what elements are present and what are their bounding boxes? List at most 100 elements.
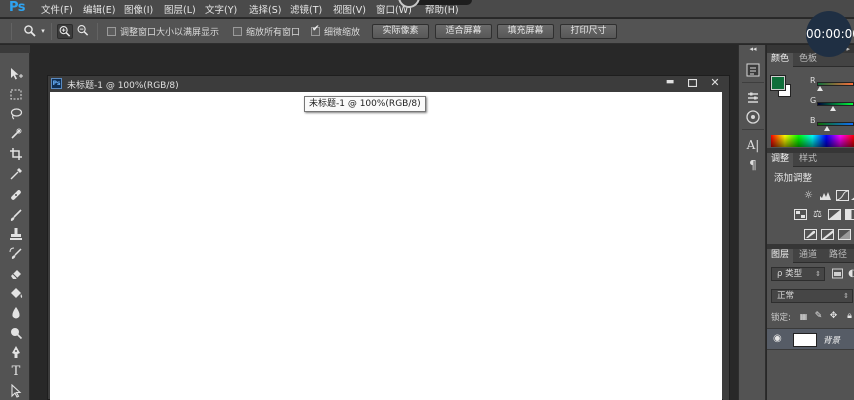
crop-tool-icon[interactable] xyxy=(9,147,23,161)
type-tool-icon[interactable]: T xyxy=(9,365,23,379)
brush-tool-icon[interactable] xyxy=(9,208,23,222)
curves-icon[interactable] xyxy=(836,190,849,201)
dock-divider xyxy=(742,82,764,83)
pixel-filter-icon[interactable] xyxy=(831,268,844,279)
visibility-eye-icon[interactable]: ◉ xyxy=(773,333,783,345)
document-canvas[interactable] xyxy=(50,92,722,400)
color-panel-tabs: 颜色 色板 xyxy=(767,53,854,67)
layer-filter-label: ρ 类型 xyxy=(777,269,803,279)
photo-filter-icon[interactable] xyxy=(804,229,817,240)
quick-selection-tool-icon[interactable] xyxy=(9,127,23,141)
options-bar: ▾ 调整窗口大小以满屏显示 缩放所有窗口 ✔ 细微缩放 实际像素 适合屏幕 填充… xyxy=(0,19,854,44)
tools-panel-header[interactable] xyxy=(0,45,30,53)
resize-windows-checkbox[interactable] xyxy=(107,27,116,36)
zoom-out-icon[interactable] xyxy=(75,24,91,39)
menu-image[interactable]: 图像(I) xyxy=(124,2,153,16)
scrubby-zoom-label: 细微缩放 xyxy=(324,28,361,38)
marquee-tool-icon[interactable] xyxy=(9,88,23,102)
healing-brush-tool-icon[interactable] xyxy=(9,188,23,202)
blue-slider[interactable] xyxy=(817,122,854,126)
photoshop-logo: Ps xyxy=(9,0,26,15)
print-size-button[interactable]: 打印尺寸 xyxy=(560,24,617,39)
tab-layers[interactable]: 图层 xyxy=(767,249,794,263)
recording-overlay-bar xyxy=(412,0,472,5)
tab-color[interactable]: 颜色 xyxy=(767,53,794,67)
black-white-icon[interactable] xyxy=(845,209,854,220)
menu-layer[interactable]: 图层(L) xyxy=(164,2,196,16)
menu-edit[interactable]: 编辑(E) xyxy=(83,2,115,16)
recording-timer[interactable]: 00:00:00 xyxy=(806,11,854,57)
color-spectrum-shade xyxy=(771,135,854,147)
exposure-icon[interactable] xyxy=(850,190,854,201)
layer-name[interactable]: 背景 xyxy=(823,334,840,346)
lock-position-icon[interactable]: ✥ xyxy=(827,311,840,322)
selective-color-icon[interactable] xyxy=(838,229,851,240)
lock-image-icon[interactable]: ✎ xyxy=(812,311,825,322)
lock-all-icon[interactable]: 🔒︎ xyxy=(843,311,854,322)
dodge-tool-icon[interactable] xyxy=(9,326,23,340)
paint-bucket-tool-icon[interactable] xyxy=(9,286,23,300)
green-channel-label: G xyxy=(810,96,817,105)
zoom-in-icon[interactable] xyxy=(57,24,73,39)
lock-transparent-icon[interactable]: ▦ xyxy=(797,311,810,322)
document-title-bar[interactable]: Ps 未标题-1 @ 100%(RGB/8) ▬ ✕ xyxy=(48,76,729,91)
levels-icon[interactable] xyxy=(819,190,832,201)
properties-panel-icon[interactable] xyxy=(745,90,761,106)
layer-filter-dropdown[interactable]: ρ 类型 ⇕ xyxy=(771,267,825,281)
menu-select[interactable]: 选择(S) xyxy=(249,2,281,16)
resize-windows-label: 调整窗口大小以满屏显示 xyxy=(120,28,220,38)
foreground-color-swatch[interactable] xyxy=(770,75,786,91)
fill-screen-button[interactable]: 填充屏幕 xyxy=(497,24,554,39)
green-slider-thumb[interactable] xyxy=(830,106,836,111)
blend-mode-dropdown[interactable]: 正常 ⇕ xyxy=(771,289,853,303)
red-slider-thumb[interactable] xyxy=(817,86,823,91)
tab-styles[interactable]: 样式 xyxy=(795,153,821,167)
blue-slider-thumb[interactable] xyxy=(824,126,830,131)
zoom-icon[interactable] xyxy=(22,24,38,39)
menu-file[interactable]: 文件(F) xyxy=(41,2,73,16)
brightness-contrast-icon[interactable]: ☼ xyxy=(802,190,815,201)
layer-thumbnail xyxy=(793,333,817,347)
tab-swatches[interactable]: 色板 xyxy=(795,53,821,67)
zoom-all-windows-checkbox[interactable] xyxy=(233,27,242,36)
gradient-map-icon[interactable] xyxy=(821,229,834,240)
history-brush-tool-icon[interactable] xyxy=(9,247,23,261)
clone-stamp-tool-icon[interactable] xyxy=(9,227,23,241)
eraser-tool-icon[interactable] xyxy=(9,267,23,281)
menu-view[interactable]: 视图(V) xyxy=(333,2,366,16)
menu-type[interactable]: 文字(Y) xyxy=(205,2,237,16)
fit-screen-button[interactable]: 适合屏幕 xyxy=(435,24,492,39)
document-window[interactable]: Ps 未标题-1 @ 100%(RGB/8) ▬ ✕ xyxy=(47,75,730,400)
path-selection-tool-icon[interactable] xyxy=(9,384,23,398)
dock-divider xyxy=(742,129,764,130)
info-panel-icon[interactable] xyxy=(745,109,761,125)
blur-tool-icon[interactable] xyxy=(9,306,23,320)
collapse-arrows-icon[interactable]: ◂◂ xyxy=(745,45,761,53)
tab-channels[interactable]: 通道 xyxy=(795,249,821,263)
pen-tool-icon[interactable] xyxy=(9,345,23,359)
document-scrollbar[interactable] xyxy=(723,92,729,400)
scrubby-zoom-checkbox[interactable]: ✔ xyxy=(311,24,320,36)
layers-panel-tabs: 图层 通道 路径 xyxy=(767,249,854,263)
blend-mode-value: 正常 xyxy=(777,291,795,301)
maximize-icon[interactable] xyxy=(681,77,703,89)
zoom-all-windows-label: 缩放所有窗口 xyxy=(246,28,301,38)
eyedropper-tool-icon[interactable] xyxy=(9,167,23,181)
lasso-tool-icon[interactable] xyxy=(9,107,23,121)
tab-paths[interactable]: 路径 xyxy=(825,249,851,263)
color-balance-icon[interactable]: ⚖ xyxy=(811,209,824,220)
actual-pixels-button[interactable]: 实际像素 xyxy=(372,24,429,39)
tool-preset-dropdown-icon[interactable]: ▾ xyxy=(39,24,47,39)
hue-saturation-icon[interactable] xyxy=(828,209,841,220)
vibrance-icon[interactable] xyxy=(794,209,807,220)
layer-row[interactable]: ◉ 背景 xyxy=(767,328,854,350)
history-panel-icon[interactable] xyxy=(745,62,761,78)
adjustment-filter-icon[interactable]: ◐ xyxy=(846,268,854,279)
minimize-icon[interactable]: ▬ xyxy=(659,77,681,89)
move-tool-icon[interactable] xyxy=(9,67,23,81)
character-panel-icon[interactable]: A| xyxy=(745,137,761,153)
paragraph-panel-icon[interactable]: ¶ xyxy=(745,157,761,173)
close-icon[interactable]: ✕ xyxy=(704,77,726,89)
menu-filter[interactable]: 滤镜(T) xyxy=(290,2,322,16)
tab-adjustments[interactable]: 调整 xyxy=(767,153,794,167)
